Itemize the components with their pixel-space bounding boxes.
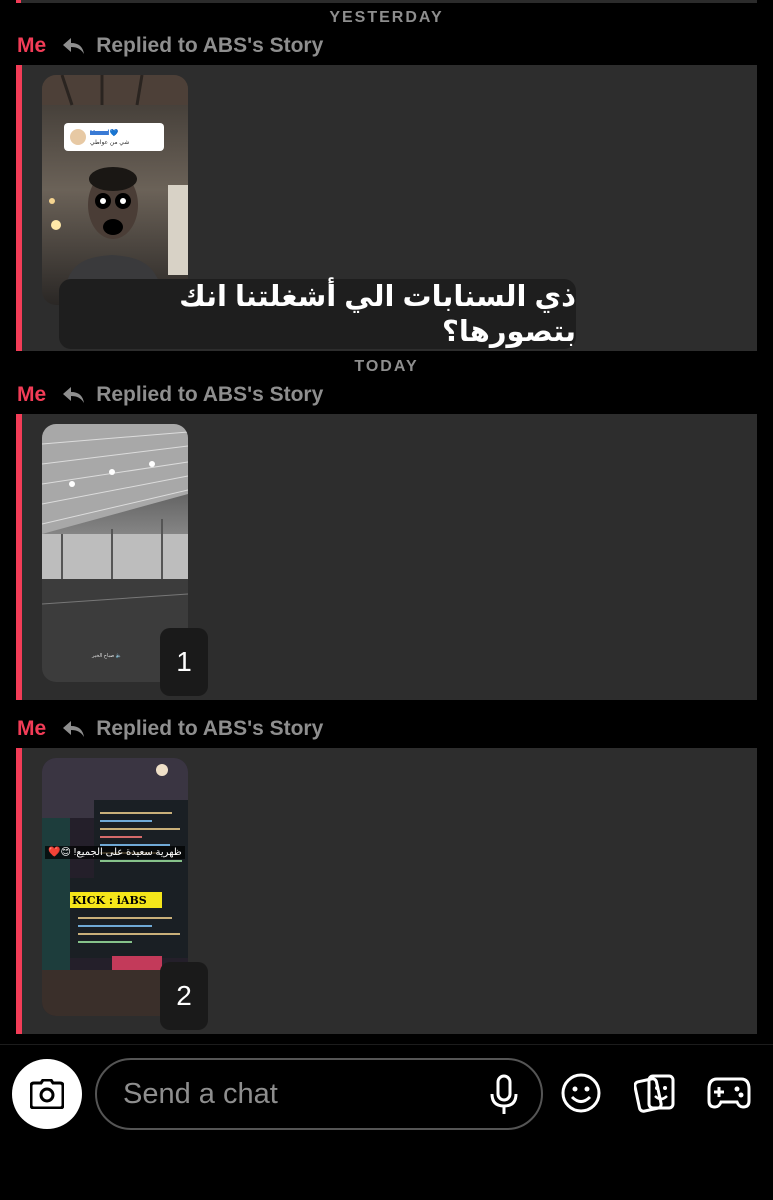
reply-label: Replied to ABS's Story bbox=[96, 34, 324, 57]
stickers-icon[interactable] bbox=[633, 1071, 677, 1115]
story-reply-message[interactable]: Hamd💙 شي من عواطي ذي السنابات الي أشغلتن… bbox=[16, 65, 757, 351]
chat-input-wrapper[interactable] bbox=[95, 1058, 543, 1130]
chat-input[interactable] bbox=[123, 1077, 463, 1111]
previous-message-fragment bbox=[16, 0, 757, 3]
reply-arrow-icon bbox=[62, 718, 88, 740]
story-overlay-subtitle: شي من عواطي bbox=[90, 140, 130, 146]
story-reply-message[interactable]: ظهرية سعيدة على الجميع! 😊❤️ KICK : iABS … bbox=[16, 748, 757, 1034]
reply-header: Me Replied to ABS's Story bbox=[17, 382, 323, 408]
story-count-badge: 1 bbox=[160, 628, 208, 696]
date-separator-today: TODAY bbox=[354, 358, 419, 375]
camera-button[interactable] bbox=[12, 1059, 82, 1129]
chat-composer-bar bbox=[0, 1044, 773, 1200]
camera-icon bbox=[30, 1079, 64, 1109]
story-overlay-tag: KICK : iABS bbox=[72, 894, 147, 907]
sender-name: Me bbox=[17, 717, 47, 740]
reply-label: Replied to ABS's Story bbox=[96, 717, 324, 740]
microphone-icon[interactable] bbox=[489, 1074, 519, 1116]
date-separator-yesterday: YESTERDAY bbox=[329, 9, 444, 26]
reply-arrow-icon bbox=[62, 384, 88, 406]
sender-name: Me bbox=[17, 34, 47, 57]
reply-arrow-icon bbox=[62, 35, 88, 57]
story-overlay-text: ظهرية سعيدة على الجميع! 😊❤️ bbox=[45, 846, 185, 859]
story-reply-message[interactable]: 🔈 صباح الخير 1 bbox=[16, 414, 757, 700]
reply-header: Me Replied to ABS's Story bbox=[17, 33, 323, 59]
reply-header: Me Replied to ABS's Story bbox=[17, 716, 323, 742]
story-thumbnail[interactable]: Hamd💙 شي من عواطي bbox=[42, 75, 188, 305]
sender-name: Me bbox=[17, 383, 47, 406]
emoji-icon[interactable] bbox=[559, 1071, 603, 1115]
reply-label: Replied to ABS's Story bbox=[96, 383, 324, 406]
story-overlay-name: Hamd💙 bbox=[90, 130, 119, 137]
story-caption: ذي السنابات الي أشغلتنا انك بتصورها؟ bbox=[59, 279, 576, 349]
games-icon[interactable] bbox=[707, 1071, 751, 1115]
story-count-badge: 2 bbox=[160, 962, 208, 1030]
story-overlay-text: 🔈 صباح الخير bbox=[92, 653, 122, 659]
